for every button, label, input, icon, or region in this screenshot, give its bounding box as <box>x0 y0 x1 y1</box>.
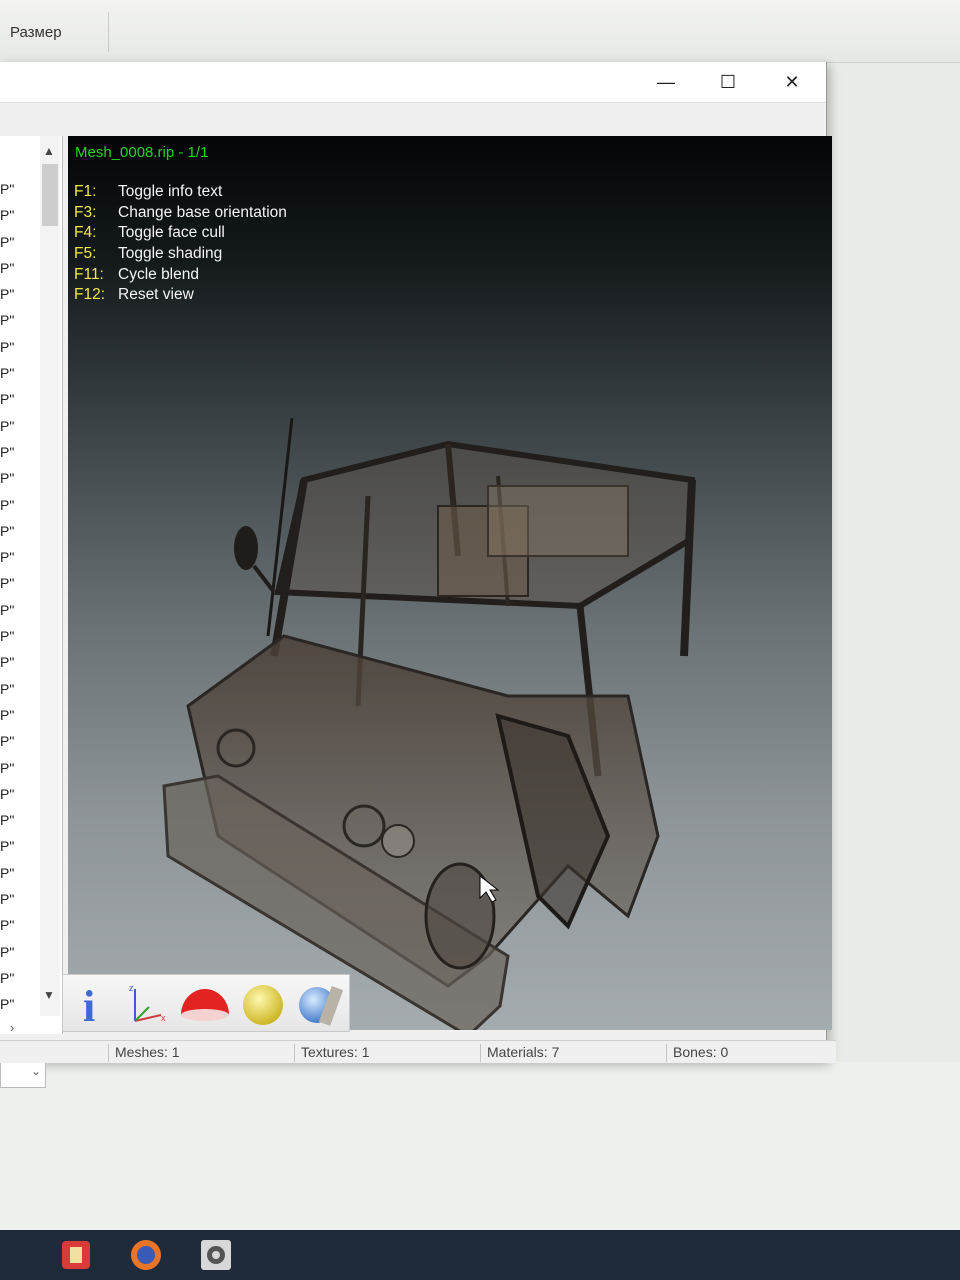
scroll-up-arrow-icon[interactable]: ▲ <box>43 144 55 158</box>
list-item[interactable]: P" <box>0 570 40 596</box>
list-item[interactable]: P" <box>0 229 40 255</box>
file-list-panel: P" P" P" P" P" P" P" P" P" P" P" P" P" P" P" P" P" P" P" P"… <box>0 136 63 1088</box>
list-item[interactable]: P" <box>0 965 40 991</box>
list-item[interactable]: P" <box>0 255 40 281</box>
textures-count: Textures: 1 <box>294 1044 369 1062</box>
column-separator <box>108 12 109 52</box>
shortcut-description: Reset view <box>118 286 194 304</box>
list-item[interactable]: P" <box>0 781 40 807</box>
bones-count: Bones: 0 <box>666 1044 728 1062</box>
shortcut-key: F11: <box>74 265 104 283</box>
shortcut-description: Toggle face cull <box>118 224 225 242</box>
half-sphere-icon[interactable] <box>179 979 229 1027</box>
desktop-background <box>0 1062 960 1230</box>
list-item[interactable]: P" <box>0 465 40 491</box>
close-button[interactable]: ✕ <box>764 66 820 98</box>
shortcut-description: Toggle shading <box>118 245 223 263</box>
list-item[interactable]: P" <box>0 597 40 623</box>
list-item[interactable]: P" <box>0 807 40 833</box>
list-item[interactable]: P" <box>0 386 40 412</box>
list-item[interactable]: P" <box>0 755 40 781</box>
scroll-down-arrow-icon[interactable]: ▼ <box>43 988 55 1002</box>
info-glyph: i <box>83 982 95 1027</box>
list-item[interactable]: P" <box>0 912 40 938</box>
list-item[interactable]: P" <box>0 439 40 465</box>
scroll-thumb[interactable] <box>42 164 58 226</box>
list-item[interactable]: P" <box>0 281 40 307</box>
shortcut-description: Change base orientation <box>118 203 287 221</box>
menu-strip <box>0 103 826 133</box>
list-item[interactable]: P" <box>0 833 40 859</box>
minimize-button[interactable]: — <box>638 66 694 98</box>
render-toolbar: i z x <box>62 974 350 1032</box>
list-item[interactable]: P" <box>0 860 40 886</box>
shortcut-description: Cycle blend <box>118 265 199 283</box>
svg-text:z: z <box>129 983 134 993</box>
status-bar: Meshes: 1 Textures: 1 Materials: 7 Bones… <box>0 1040 836 1063</box>
list-item[interactable]: P" <box>0 334 40 360</box>
shortcut-key: F12: <box>74 286 106 304</box>
materials-count: Materials: 7 <box>480 1044 559 1062</box>
size-column-label[interactable]: Размер <box>10 24 62 41</box>
info-icon[interactable]: i <box>67 979 115 1031</box>
shortcut-key: F3: <box>74 203 97 221</box>
shortcut-key: F4: <box>74 224 97 242</box>
list-item[interactable]: P" <box>0 623 40 649</box>
list-item[interactable]: P" <box>0 939 40 965</box>
shortcut-key: F1: <box>74 183 97 200</box>
mesh-title: Mesh_0008.rip - 1/1 <box>75 144 209 161</box>
list-item[interactable]: P" <box>0 492 40 518</box>
explorer-column-header: Размер <box>0 0 960 63</box>
list-item[interactable]: P" <box>0 413 40 439</box>
shield-app-icon[interactable] <box>58 1237 94 1273</box>
list-item[interactable]: P" <box>0 202 40 228</box>
3d-viewport[interactable]: Mesh_0008.rip - 1/1 F1: Toggle info text F… <box>68 136 832 1030</box>
list-item[interactable]: P" <box>0 728 40 754</box>
chevron-down-icon[interactable]: ⌄ <box>31 1064 41 1078</box>
shortcut-description: Toggle info text <box>118 183 223 200</box>
svg-text:x: x <box>161 1013 166 1023</box>
list-item[interactable]: P" <box>0 176 40 202</box>
list-item[interactable]: P" <box>0 649 40 675</box>
firefox-icon[interactable] <box>128 1237 164 1273</box>
list-item[interactable]: P" <box>0 991 40 1017</box>
meshes-count: Meshes: 1 <box>108 1044 180 1062</box>
viewer-window: — ☐ ✕ P" P" P" P" P" P" P" P" P" P" P" P" P" P" P" P" P"… <box>0 62 832 1088</box>
list-item[interactable]: P" <box>0 360 40 386</box>
list-item[interactable]: P" <box>0 518 40 544</box>
sphere-icon[interactable] <box>239 979 287 1027</box>
vertical-scrollbar[interactable]: ▲ ▼ <box>40 136 60 1016</box>
list-item[interactable]: P" <box>0 307 40 333</box>
file-list: P" P" P" P" P" P" P" P" P" P" P" P" P" P" P" P" P" P" P" P"… <box>0 176 40 1018</box>
list-item[interactable]: P" <box>0 544 40 570</box>
list-item[interactable]: P" <box>0 676 40 702</box>
title-bar: — ☐ ✕ <box>0 62 826 103</box>
settings-app-icon[interactable] <box>198 1237 234 1273</box>
shortcut-key: F5: <box>74 245 97 263</box>
maximize-button[interactable]: ☐ <box>700 66 756 98</box>
list-item[interactable]: P" <box>0 702 40 728</box>
textured-sphere-icon[interactable] <box>295 979 344 1027</box>
axes-icon[interactable]: z x <box>121 979 169 1027</box>
scroll-right-arrow-icon[interactable]: › <box>10 1020 14 1035</box>
list-item[interactable]: P" <box>0 886 40 912</box>
taskbar <box>0 1230 960 1280</box>
